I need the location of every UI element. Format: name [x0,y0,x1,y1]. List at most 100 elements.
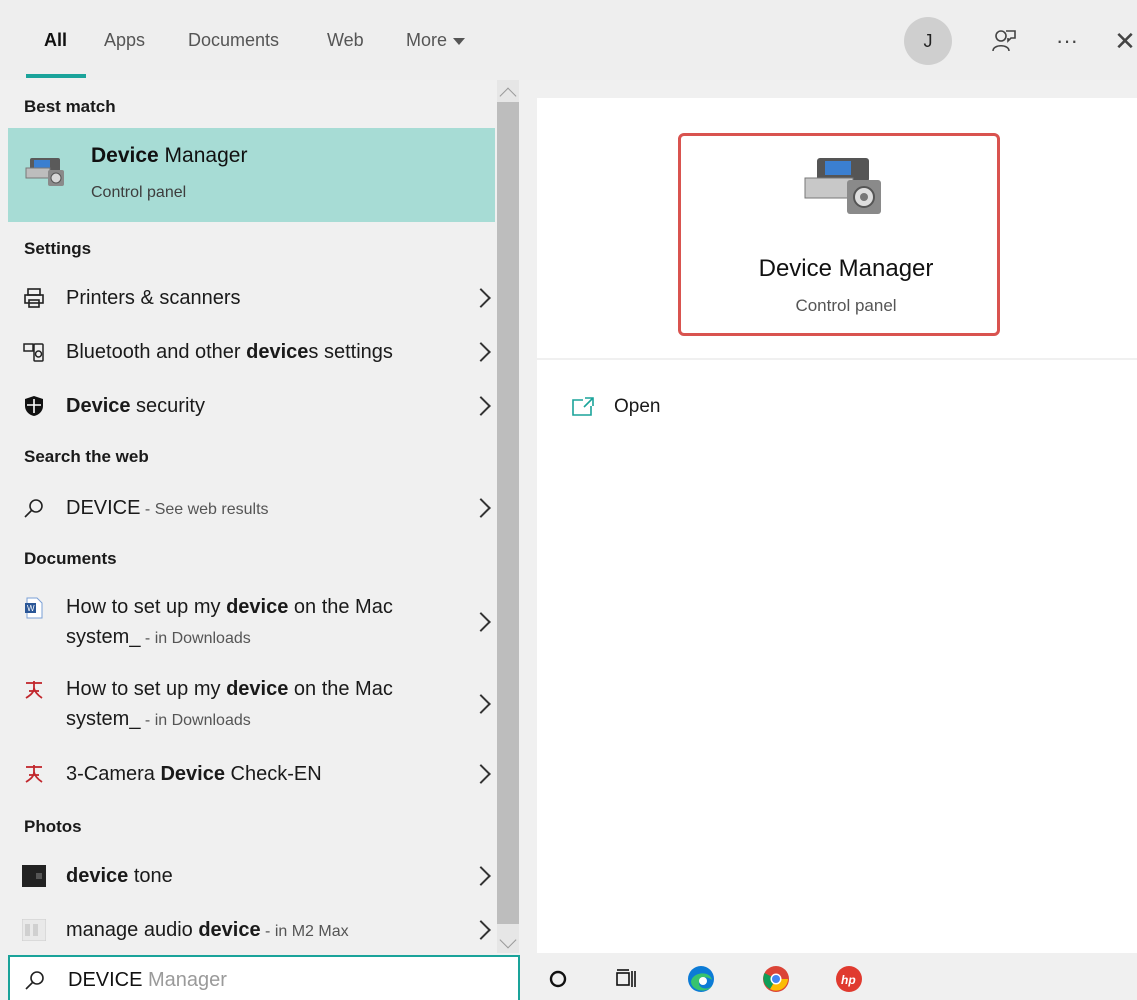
search-icon [24,969,46,996]
chrome-browser-icon[interactable] [760,963,792,995]
label-part: tone [128,865,173,887]
label-bold: device [226,678,289,700]
document-result[interactable]: How to set up my device on the Mac syste… [8,672,495,742]
chevron-right-icon [471,396,491,416]
settings-item-label: Bluetooth and other devices settings [66,337,393,367]
tab-apps[interactable]: Apps [104,30,145,51]
document-subline: system_ - in Downloads [66,704,251,736]
document-result[interactable]: W How to set up my device on the Mac sys… [8,590,495,660]
open-action-label: Open [614,396,661,417]
chevron-right-icon [471,342,491,362]
document-title: How to set up my device on the Mac [66,674,393,704]
label-part: security [130,395,205,417]
photo-thumbnail-icon [22,864,46,888]
word-document-icon: W [22,596,46,620]
device-manager-large-icon [801,150,891,225]
search-autocomplete-text: Manager [142,969,227,991]
detail-subtitle: Control panel [795,296,897,315]
photo-title: device tone [66,861,173,893]
document-subline: system_ - in Downloads [66,622,251,654]
close-icon[interactable]: ✕ [1108,24,1137,58]
pdf-document-icon [22,762,46,786]
search-icon [22,496,46,520]
document-result[interactable]: 3-Camera Device Check-EN [8,754,495,794]
settings-item-bluetooth[interactable]: Bluetooth and other devices settings [8,332,495,372]
tab-web[interactable]: Web [327,30,364,51]
label-part: manage audio [66,919,199,941]
search-scope-tabs: All Apps Documents Web More J ··· ✕ [0,0,1137,80]
label-part: system_ [66,626,141,648]
hp-app-icon[interactable]: hp [833,963,865,995]
devices-icon [22,340,46,364]
active-tab-indicator [26,74,86,78]
search-results-list: Best match Device Manager Control panel … [8,80,495,953]
photo-thumbnail-icon [22,918,46,942]
section-heading-settings: Settings [24,239,92,258]
results-scrollbar-thumb[interactable] [497,102,519,924]
detail-header: Device Manager Control panel [537,98,1137,360]
label-part: Bluetooth and other [66,341,247,363]
section-heading-search-web: Search the web [24,447,149,466]
web-query: DEVICE [66,497,141,519]
label-part: on the Mac [288,596,393,618]
search-typed-text: DEVICE [68,969,143,991]
best-match-subtitle: Control panel [91,184,187,201]
label-bold: device [226,596,289,618]
label-bold: device [66,865,129,887]
section-heading-documents: Documents [24,549,117,568]
document-location: - in Downloads [140,630,251,647]
web-result-label: DEVICE - See web results [66,493,269,525]
label-part: s settings [308,341,393,363]
best-match-item[interactable]: Device Manager Control panel [8,128,495,222]
task-view-icon[interactable] [610,963,642,995]
best-match-title: Device Manager [91,144,247,168]
chevron-right-icon [471,612,491,632]
label-part: Check-EN [224,763,322,785]
tab-documents[interactable]: Documents [188,30,279,51]
caret-down-icon [453,37,466,45]
taskbar: hp [520,955,1137,1000]
label-bold: device [198,919,261,941]
edge-browser-icon[interactable] [685,963,717,995]
chevron-right-icon [471,764,491,784]
chevron-right-icon [471,920,491,940]
chevron-right-icon [471,498,491,518]
settings-item-device-security[interactable]: Device security [8,386,495,426]
document-title: How to set up my device on the Mac [66,592,393,622]
best-match-title-rest: Manager [158,144,248,167]
tab-all[interactable]: All [44,30,67,51]
open-external-icon [571,396,595,423]
pdf-document-icon [22,678,46,702]
more-options-icon[interactable]: ··· [1050,24,1084,58]
device-manager-icon [24,152,68,197]
feedback-icon[interactable] [987,24,1021,58]
search-input[interactable]: DEVICE Manager [8,955,520,1000]
label-part: Printers & scanners [66,287,241,309]
tab-more-label: More [406,30,448,50]
web-suffix: - See web results [140,501,269,518]
photo-result[interactable]: manage audio device - in M2 Max [8,910,495,950]
result-detail-pane: Device Manager Control panel Open [537,98,1137,953]
label-part: system_ [66,708,141,730]
cortana-icon[interactable] [542,963,574,995]
settings-item-label: Device security [66,391,205,421]
document-title: 3-Camera Device Check-EN [66,759,322,789]
label-part: How to set up my [66,678,227,700]
chevron-right-icon [471,866,491,886]
section-heading-best-match: Best match [24,97,116,116]
label-part: 3-Camera [66,763,161,785]
account-avatar[interactable]: J [904,17,952,65]
tab-more[interactable]: More [406,30,466,51]
photo-location: - in M2 Max [260,923,349,940]
photo-title: manage audio device - in M2 Max [66,915,349,947]
settings-item-label: Printers & scanners [66,283,241,313]
label-bold: Device [66,395,131,417]
svg-text:W: W [27,604,35,613]
label-part: on the Mac [288,678,393,700]
label-bold: device [246,341,309,363]
chevron-right-icon [471,288,491,308]
settings-item-printers[interactable]: Printers & scanners [8,278,495,318]
shield-icon [22,394,46,418]
web-search-result[interactable]: DEVICE - See web results [8,488,495,528]
photo-result[interactable]: device tone [8,856,495,896]
